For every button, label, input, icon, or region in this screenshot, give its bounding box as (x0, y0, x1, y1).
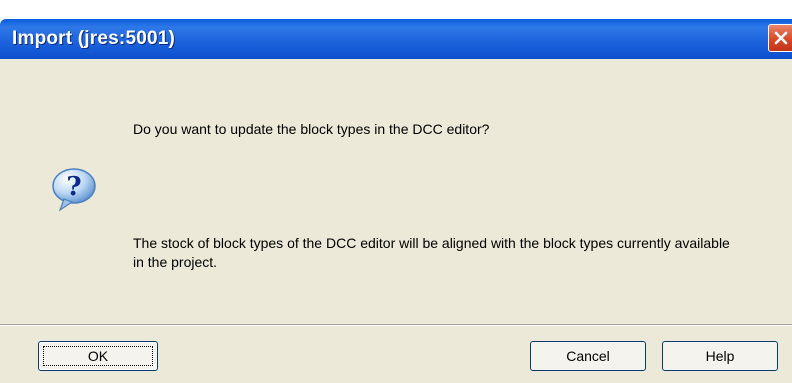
dialog-body (0, 59, 792, 383)
help-button-label: Help (705, 348, 735, 364)
close-icon (774, 31, 788, 45)
title-bar[interactable]: Import (jres:5001) (0, 19, 792, 59)
close-button[interactable] (768, 24, 792, 52)
button-separator (0, 324, 792, 326)
detail-text: The stock of block types of the DCC edit… (133, 235, 730, 270)
ok-button[interactable]: OK (38, 341, 158, 371)
focus-rectangle (43, 346, 153, 366)
svg-text:?: ? (66, 172, 81, 202)
cancel-button-label: Cancel (566, 348, 610, 364)
question-icon: ? (52, 168, 96, 212)
cancel-button[interactable]: Cancel (530, 341, 646, 371)
question-text: Do you want to update the block types in… (133, 121, 490, 137)
import-dialog: Import (jres:5001) ? Do you want to upda… (0, 0, 792, 383)
help-button[interactable]: Help (662, 341, 778, 371)
window-title: Import (jres:5001) (12, 28, 176, 49)
